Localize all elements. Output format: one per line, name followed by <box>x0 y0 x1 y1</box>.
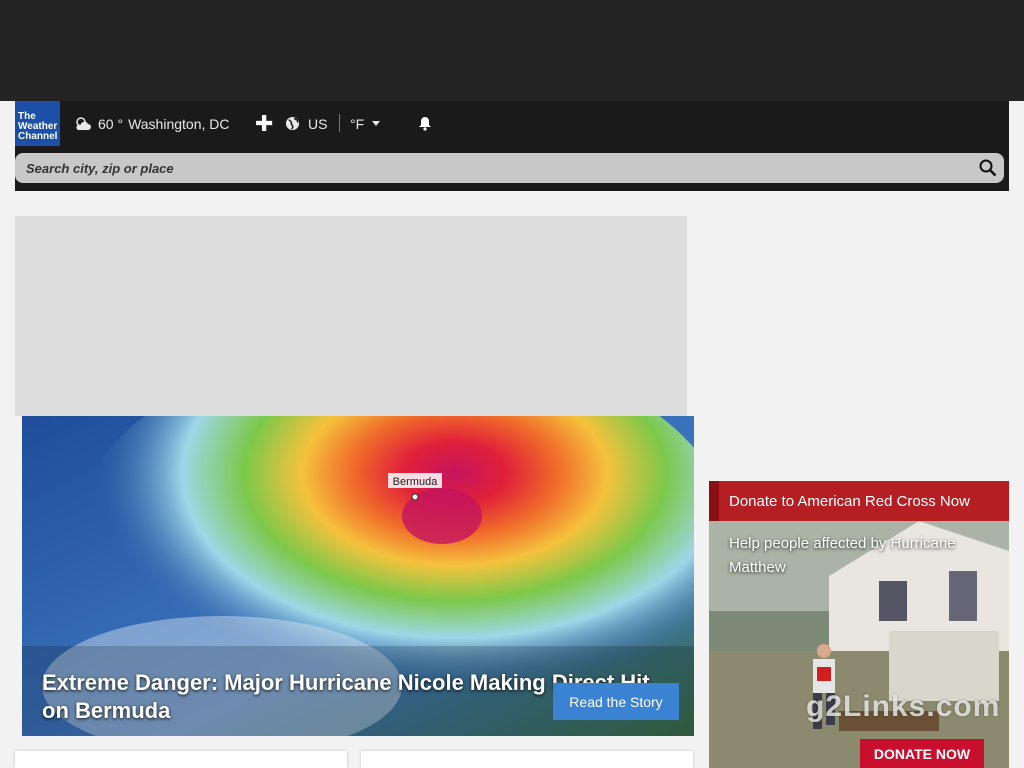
partly-cloudy-icon <box>76 116 91 130</box>
top-ad-banner <box>0 0 1024 101</box>
unit-selector[interactable]: °F <box>350 101 381 146</box>
story-card[interactable] <box>15 751 347 768</box>
watermark-text: g2Links.com <box>806 690 1001 723</box>
site-header: The Weather Channel 60 ° Washington, DC … <box>15 101 1009 191</box>
search-bar <box>15 153 1004 183</box>
globe-icon <box>285 116 300 131</box>
search-icon[interactable] <box>972 159 1004 177</box>
read-story-button[interactable]: Read the Story <box>553 683 679 720</box>
header-divider <box>339 114 340 132</box>
red-cross-donate-ad[interactable]: Donate to American Red Cross Now Help pe… <box>709 481 1009 768</box>
hero-story[interactable]: Bermuda Extreme Danger: Major Hurricane … <box>22 416 694 736</box>
edition-label: US <box>308 115 328 132</box>
add-location-icon[interactable]: ✚ <box>255 101 273 146</box>
current-location: Washington, DC <box>128 115 230 132</box>
bermuda-map-label: Bermuda <box>393 476 439 488</box>
search-input[interactable] <box>15 153 972 183</box>
edition-selector[interactable]: US <box>285 101 327 146</box>
logo-line-3: Channel <box>18 131 58 142</box>
alerts-button[interactable] <box>418 101 432 146</box>
current-conditions-link[interactable]: 60 ° Washington, DC <box>74 101 229 146</box>
unit-label: °F <box>350 115 365 132</box>
donate-now-button[interactable]: DONATE NOW <box>860 739 984 768</box>
bell-icon <box>419 117 431 131</box>
ad-placeholder <box>15 216 687 416</box>
donate-description: Help people affected by Hurricane Matthe… <box>729 535 956 576</box>
story-card[interactable] <box>361 751 693 768</box>
twc-logo[interactable]: The Weather Channel <box>15 101 60 146</box>
donate-heading: Donate to American Red Cross Now <box>709 481 1009 521</box>
flooded-house-photo <box>709 481 1009 768</box>
current-temperature: 60 ° <box>98 115 124 132</box>
chevron-down-icon <box>372 121 381 126</box>
